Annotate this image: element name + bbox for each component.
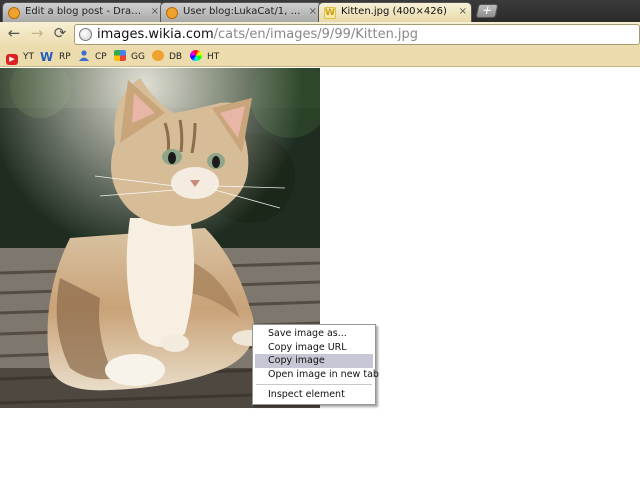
tab-label: Edit a blog post - Dragon B... bbox=[25, 6, 147, 17]
forward-button[interactable]: → bbox=[27, 25, 47, 43]
menu-item-copy-image[interactable]: Copy image bbox=[255, 354, 373, 368]
url-text[interactable]: images.wikia.com/cats/en/images/9/99/Kit… bbox=[97, 27, 418, 43]
bookmark-yt[interactable]: ▶ YT bbox=[6, 50, 34, 65]
bookmark-label: HT bbox=[207, 52, 220, 62]
bookmark-db[interactable]: DB bbox=[152, 50, 182, 64]
orange-globe-icon bbox=[152, 50, 164, 61]
orange-globe-icon bbox=[166, 7, 178, 19]
close-icon[interactable]: × bbox=[459, 3, 467, 21]
google-icon bbox=[114, 50, 126, 61]
url-path: /cats/en/images/9/99/Kitten.jpg bbox=[213, 27, 419, 42]
bookmark-cp[interactable]: CP bbox=[78, 50, 107, 64]
page-content: Save image as... Copy image URL Copy ima… bbox=[0, 68, 640, 480]
menu-item-save-image-as[interactable]: Save image as... bbox=[253, 327, 375, 341]
menu-item-inspect-element[interactable]: Inspect element bbox=[253, 388, 375, 402]
bookmark-rp[interactable]: W RP bbox=[40, 50, 71, 64]
bookmark-label: RP bbox=[59, 52, 71, 62]
menu-separator bbox=[256, 384, 372, 386]
person-icon bbox=[78, 50, 90, 61]
color-wheel-icon bbox=[190, 50, 202, 61]
tab-label: User blog:LukaCat/1, 2, 3, ... bbox=[183, 6, 305, 17]
bookmarks-bar: ▶ YT W RP CP GG DB HT bbox=[0, 47, 640, 67]
toolbar: ← → ⟳ images.wikia.com/cats/en/images/9/… bbox=[0, 22, 640, 47]
url-host: images.wikia.com bbox=[97, 27, 214, 42]
w-icon: W bbox=[40, 50, 54, 64]
bookmark-label: GG bbox=[131, 52, 145, 62]
close-icon[interactable]: × bbox=[309, 3, 317, 21]
tab-user-blog[interactable]: User blog:LukaCat/1, 2, 3, ... × bbox=[160, 2, 322, 22]
address-bar[interactable]: images.wikia.com/cats/en/images/9/99/Kit… bbox=[74, 24, 640, 45]
tab-kitten-jpg[interactable]: W Kitten.jpg (400×426) × bbox=[318, 2, 472, 22]
menu-item-open-image-new-tab[interactable]: Open image in new tab bbox=[253, 368, 379, 382]
tab-label: Kitten.jpg (400×426) bbox=[341, 6, 447, 17]
tab-edit-blog-post[interactable]: Edit a blog post - Dragon B... × bbox=[2, 2, 164, 22]
orange-globe-icon bbox=[8, 7, 20, 19]
back-button[interactable]: ← bbox=[4, 25, 24, 43]
wikia-w-icon: W bbox=[324, 7, 336, 19]
menu-item-copy-image-url[interactable]: Copy image URL bbox=[253, 341, 375, 355]
bookmark-ht[interactable]: HT bbox=[190, 50, 219, 64]
bookmark-gg[interactable]: GG bbox=[114, 50, 145, 64]
reload-button[interactable]: ⟳ bbox=[50, 25, 70, 43]
youtube-icon: ▶ bbox=[6, 54, 18, 65]
bookmark-label: CP bbox=[95, 52, 107, 62]
globe-icon bbox=[79, 28, 92, 41]
close-icon[interactable]: × bbox=[151, 3, 159, 21]
new-tab-button[interactable]: + bbox=[475, 3, 499, 18]
tab-strip: Edit a blog post - Dragon B... × User bl… bbox=[0, 0, 640, 22]
bookmark-label: YT bbox=[23, 52, 34, 62]
context-menu: Save image as... Copy image URL Copy ima… bbox=[252, 324, 379, 405]
bookmark-label: DB bbox=[169, 52, 183, 62]
